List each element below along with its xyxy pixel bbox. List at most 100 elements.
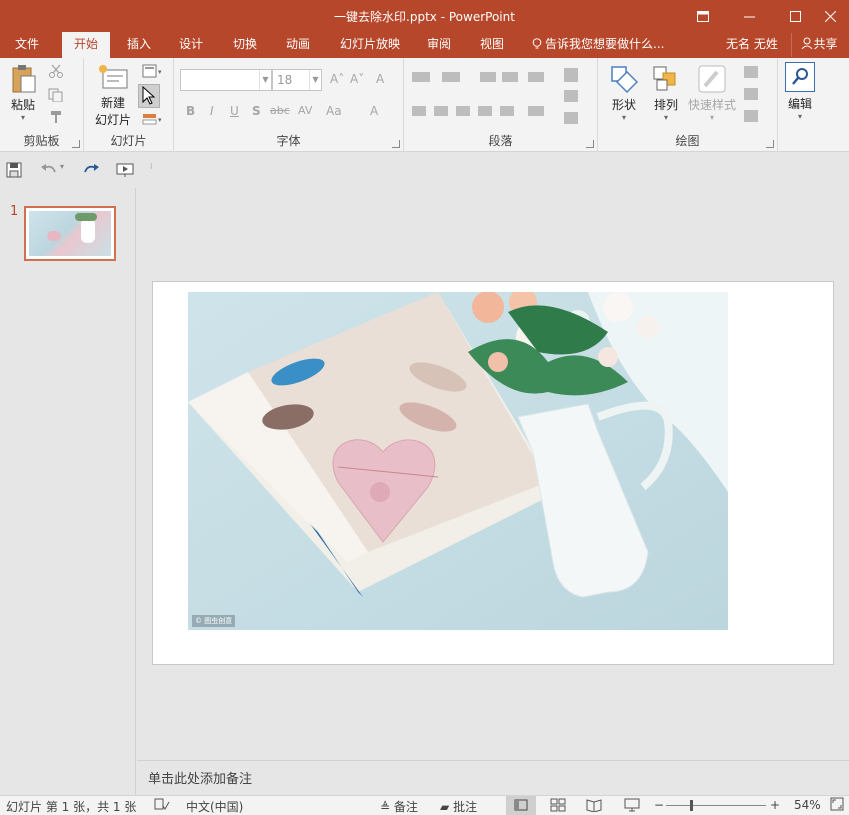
tab-view[interactable]: 视图 — [473, 32, 511, 58]
align-left-icon[interactable] — [412, 106, 426, 116]
reading-view-icon[interactable] — [586, 798, 602, 815]
spell-check-icon[interactable] — [154, 797, 170, 814]
align-text-icon[interactable] — [564, 90, 578, 102]
justify-icon[interactable] — [478, 106, 492, 116]
tab-transitions[interactable]: 切换 — [226, 32, 264, 58]
quick-styles-icon — [698, 65, 726, 93]
notes-pane[interactable]: 单击此处添加备注 — [137, 760, 849, 795]
tab-animations[interactable]: 动画 — [279, 32, 317, 58]
chevron-down-icon: ▼ — [309, 70, 321, 90]
quick-styles-button[interactable]: 快速样式 ▾ — [686, 64, 738, 126]
strikethrough-button[interactable]: abc — [270, 104, 290, 117]
drawing-group: 形状 ▾ 排列 ▾ 快速样式 ▾ 绘图 — [598, 58, 778, 152]
cut-icon[interactable] — [48, 64, 64, 78]
font-color-button[interactable]: A — [370, 104, 378, 118]
shape-effects-icon[interactable] — [744, 110, 758, 122]
notes-toggle-button[interactable]: ≜ 备注 — [380, 798, 418, 815]
align-right-icon[interactable] — [456, 106, 470, 116]
minimize-button[interactable] — [730, 0, 768, 32]
edit-label: 编辑 — [787, 97, 812, 111]
slide-thumbnail[interactable] — [24, 206, 116, 261]
tab-review[interactable]: 审阅 — [420, 32, 458, 58]
shadow-button[interactable]: S — [252, 104, 261, 118]
shape-fill-icon[interactable] — [744, 66, 758, 78]
comments-toggle-button[interactable]: ▰ 批注 — [440, 798, 477, 815]
copy-icon[interactable] — [48, 88, 64, 103]
new-slide-button[interactable]: 新建 幻灯片 — [88, 64, 138, 130]
bullets-icon[interactable] — [412, 72, 430, 82]
line-spacing-icon[interactable] — [528, 72, 544, 82]
zoom-slider[interactable] — [666, 800, 766, 811]
change-case-button[interactable]: Aa — [326, 104, 342, 118]
columns-icon[interactable] — [528, 106, 544, 116]
edit-button[interactable]: 编辑 ▾ — [784, 62, 816, 128]
zoom-in-button[interactable]: + — [770, 798, 780, 812]
slide-sorter-icon[interactable] — [550, 798, 566, 815]
user-name[interactable]: 无名 无姓 — [726, 32, 778, 58]
share-button[interactable]: 共享 — [791, 33, 847, 57]
slide-photo[interactable]: © 图虫创意 — [188, 292, 728, 630]
undo-icon[interactable] — [40, 162, 58, 178]
layout-icon[interactable]: ▾ — [142, 64, 164, 78]
start-slideshow-icon[interactable] — [116, 162, 134, 178]
zoom-out-button[interactable]: − — [654, 798, 664, 812]
decrease-indent-icon[interactable] — [480, 72, 496, 82]
format-painter-icon[interactable] — [48, 110, 64, 124]
arrange-button[interactable]: 排列 ▾ — [646, 64, 686, 126]
section-icon[interactable]: ▾ — [142, 112, 164, 126]
paragraph-launcher-icon[interactable] — [586, 140, 594, 148]
redo-icon[interactable] — [82, 162, 100, 178]
language-indicator[interactable]: 中文(中国) — [186, 798, 243, 815]
shape-outline-icon[interactable] — [744, 88, 758, 100]
font-name-combo[interactable]: ▼ — [180, 69, 272, 91]
shrink-font-button[interactable]: A˅ — [350, 72, 364, 86]
clipboard-launcher-icon[interactable] — [72, 140, 80, 148]
clipboard-group: 粘贴 ▾ 剪贴板 — [0, 58, 84, 152]
distributed-icon[interactable] — [500, 106, 514, 116]
slide-canvas[interactable]: © 图虫创意 — [152, 281, 834, 665]
quick-styles-label: 快速样式 — [687, 98, 736, 112]
ribbon: 粘贴 ▾ 剪贴板 新建 幻灯片 ▾ ▾ 幻灯片 ▼ 18 ▼ A˄ A˅ A B… — [0, 58, 849, 152]
fit-to-window-icon[interactable] — [830, 797, 844, 814]
clear-formatting-button[interactable]: A — [376, 72, 384, 86]
shapes-button[interactable]: 形状 ▾ — [604, 64, 644, 126]
increase-indent-icon[interactable] — [502, 72, 518, 82]
photo-illustration — [188, 292, 728, 630]
drawing-group-label: 绘图 — [675, 134, 700, 148]
bold-button[interactable]: B — [186, 104, 195, 118]
font-size-combo[interactable]: 18 ▼ — [272, 69, 322, 91]
comment-icon: ▰ — [440, 800, 450, 814]
align-center-icon[interactable] — [434, 106, 448, 116]
zoom-level[interactable]: 54% — [794, 798, 821, 812]
save-icon[interactable] — [6, 162, 24, 178]
shapes-icon — [611, 66, 639, 94]
font-launcher-icon[interactable] — [392, 140, 400, 148]
maximize-button[interactable] — [776, 0, 814, 32]
paste-button[interactable]: 粘贴 ▾ — [6, 64, 40, 122]
text-direction-icon[interactable] — [564, 68, 578, 82]
cursor-icon — [142, 85, 156, 105]
tab-insert[interactable]: 插入 — [120, 32, 158, 58]
normal-view-button[interactable] — [506, 796, 536, 815]
tab-design[interactable]: 设计 — [172, 32, 210, 58]
drawing-launcher-icon[interactable] — [766, 140, 774, 148]
close-button[interactable] — [811, 0, 849, 32]
tell-me-box[interactable]: 告诉我您想要做什么... — [532, 32, 664, 58]
smartart-icon[interactable] — [564, 112, 578, 124]
ribbon-display-options-icon[interactable] — [684, 0, 722, 32]
new-slide-icon — [99, 65, 128, 89]
underline-button[interactable]: U — [230, 104, 239, 118]
grow-font-button[interactable]: A˄ — [330, 72, 344, 86]
tab-home[interactable]: 开始 — [62, 32, 110, 58]
italic-button[interactable]: I — [210, 104, 214, 118]
customize-qat-icon[interactable]: ⁝ — [150, 162, 158, 178]
tab-file[interactable]: 文件 — [8, 32, 46, 58]
slide-editor: © 图虫创意 — [137, 188, 849, 760]
slideshow-view-icon[interactable] — [624, 798, 640, 815]
undo-dropdown-icon[interactable]: ▾ — [60, 162, 70, 178]
character-spacing-button[interactable]: AV — [298, 104, 312, 117]
zoom-slider-thumb[interactable] — [690, 800, 693, 811]
reset-slide-button[interactable] — [138, 84, 160, 108]
numbering-icon[interactable] — [442, 72, 460, 82]
tab-slideshow[interactable]: 幻灯片放映 — [334, 32, 406, 58]
